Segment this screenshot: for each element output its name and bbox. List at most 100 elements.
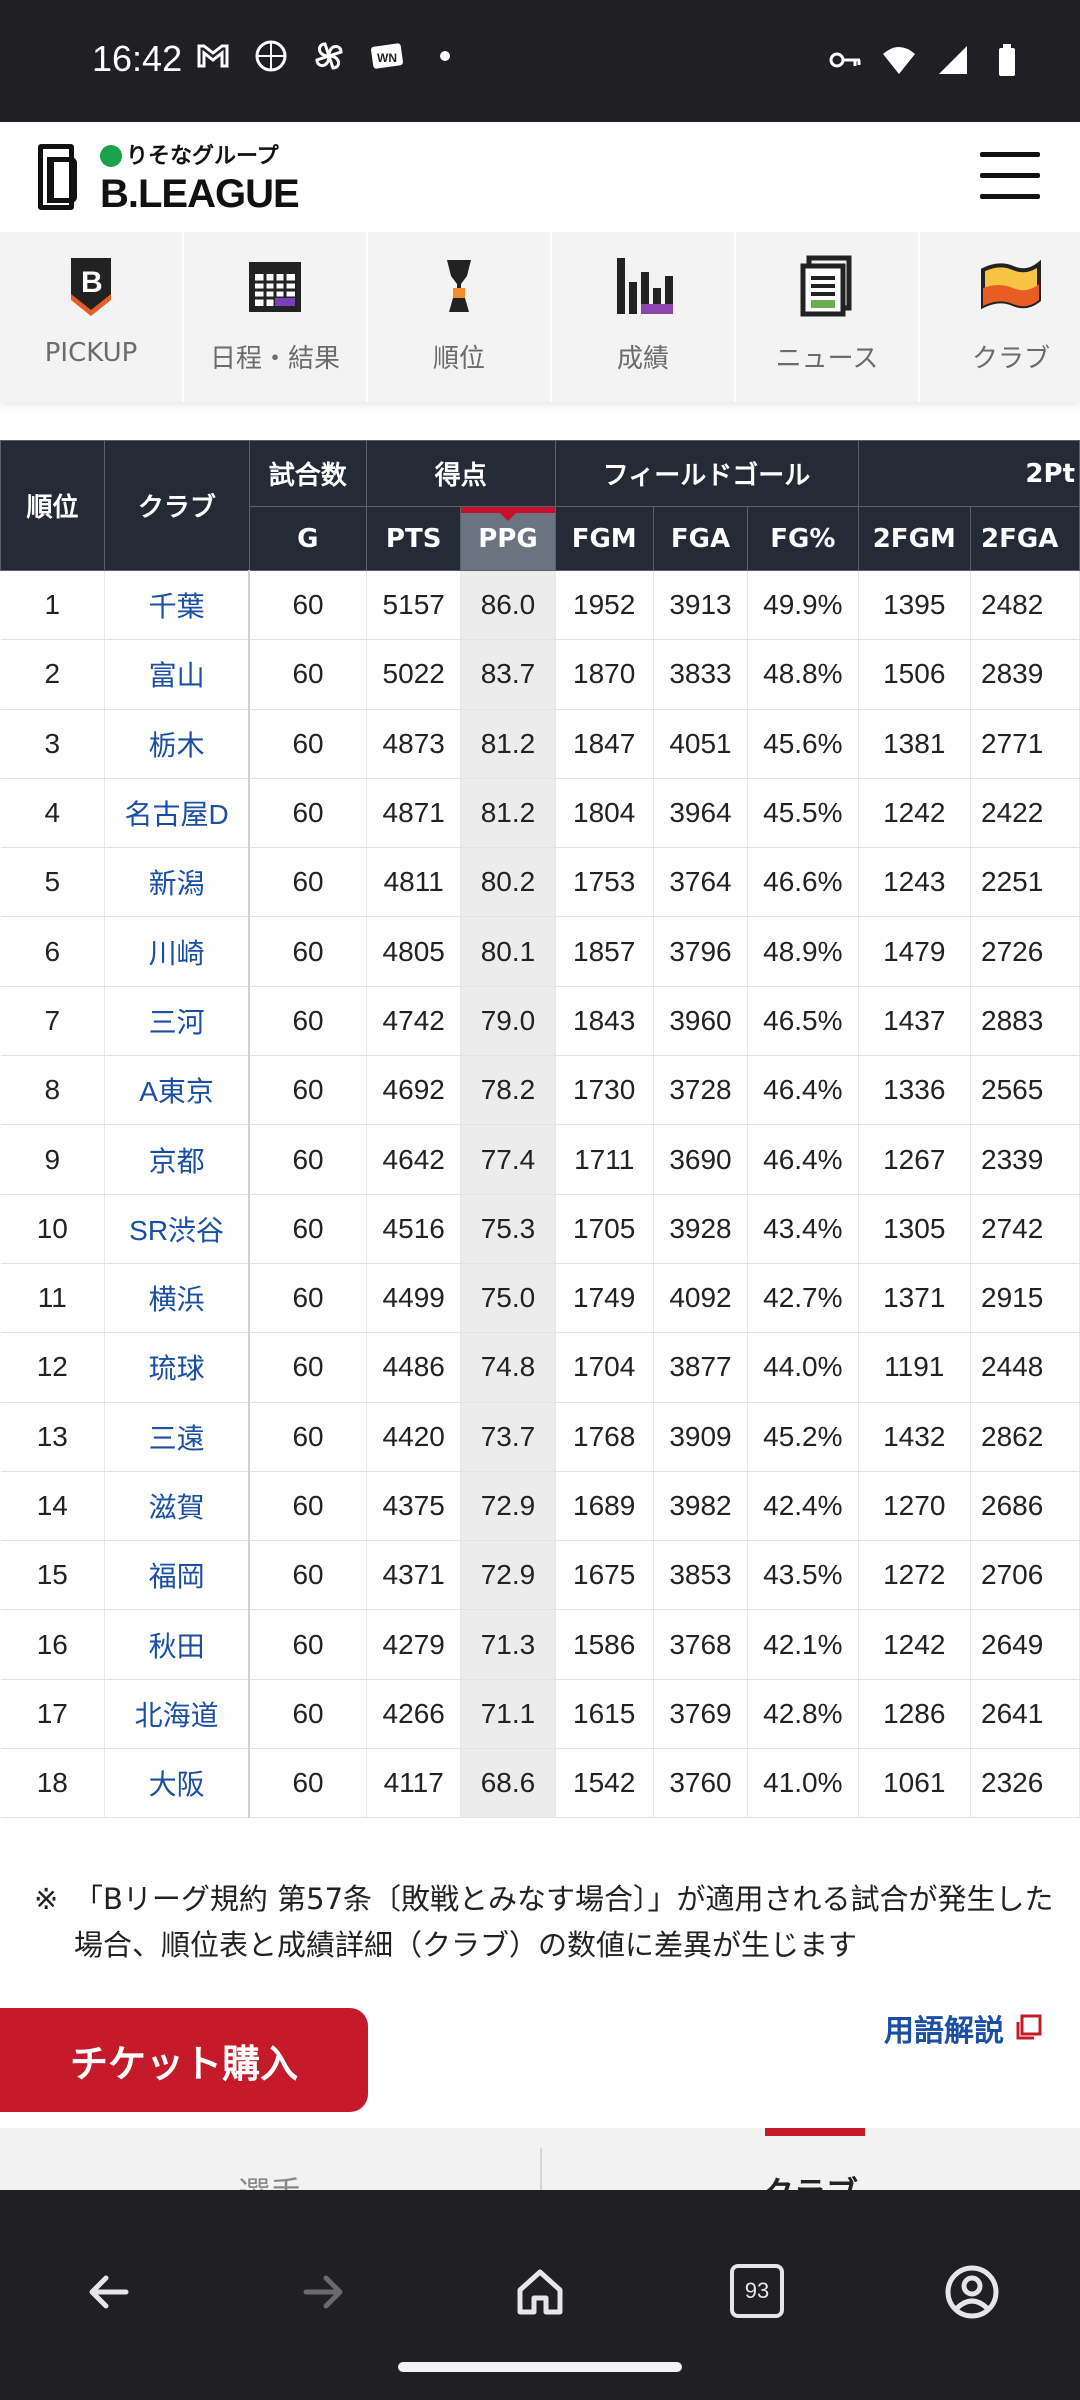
ticket-purchase-button[interactable]: チケット購入: [0, 2008, 368, 2112]
cell-2fgm: 1381: [858, 709, 972, 779]
cell-club[interactable]: A東京: [104, 1055, 250, 1126]
table-row[interactable]: 9 京都 60 4642 77.4 1711 3690 46.4% 1267 2339: [0, 1124, 1080, 1195]
cell-club[interactable]: 富山: [104, 639, 250, 710]
main-nav: B PICKUP 日程・結果 順位 成績 ニュース クラブ: [0, 232, 1080, 402]
tab-clubs[interactable]: クラブ: [540, 2128, 1080, 2190]
col-header-fga[interactable]: FGA: [652, 506, 749, 571]
cell-g: 60: [248, 709, 368, 779]
cell-club[interactable]: 新潟: [104, 847, 250, 918]
cell-club[interactable]: 川崎: [104, 916, 250, 987]
nav-item-pickup[interactable]: B PICKUP: [0, 232, 184, 402]
cell-club[interactable]: 三河: [104, 986, 250, 1057]
cell-club[interactable]: 秋田: [104, 1609, 250, 1680]
gesture-home-indicator[interactable]: [398, 2362, 682, 2372]
hamburger-icon[interactable]: [980, 152, 1040, 200]
notification-icons: WN: [195, 38, 463, 74]
cell-fga: 3982: [653, 1471, 749, 1542]
flag-icon: [981, 259, 1041, 310]
cell-fga: 3728: [653, 1055, 749, 1126]
table-row[interactable]: 12 琉球 60 4486 74.8 1704 3877 44.0% 1191 2448: [0, 1332, 1080, 1403]
tabs-icon[interactable]: 93: [730, 2264, 784, 2318]
cell-2fgm: 1242: [858, 1609, 972, 1680]
cell-club[interactable]: 福岡: [104, 1540, 250, 1611]
cell-fg-pct: 43.5%: [747, 1540, 859, 1611]
cell-club[interactable]: 栃木: [104, 709, 250, 779]
col-header-fgm[interactable]: FGM: [554, 506, 654, 571]
cell-rank: 8: [0, 1055, 106, 1126]
cell-fgm: 1753: [555, 847, 654, 918]
forward-icon[interactable]: [294, 2262, 354, 2322]
nav-item-club[interactable]: クラブ: [920, 232, 1080, 402]
cell-2fgm: 1432: [858, 1402, 972, 1472]
cell-2fgm: 1243: [858, 847, 972, 918]
cell-g: 60: [248, 916, 368, 987]
table-row[interactable]: 7 三河 60 4742 79.0 1843 3960 46.5% 1437 2883: [0, 986, 1080, 1057]
table-row[interactable]: 4 名古屋D 60 4871 81.2 1804 3964 45.5% 1242 2422: [0, 778, 1080, 849]
col-header-rank[interactable]: 順位: [0, 440, 106, 571]
cell-pts: 4375: [366, 1471, 462, 1542]
table-row[interactable]: 11 横浜 60 4499 75.0 1749 4092 42.7% 1371 2915: [0, 1263, 1080, 1334]
cell-fg-pct: 41.0%: [747, 1748, 859, 1818]
cell-club[interactable]: 三遠: [104, 1402, 250, 1472]
cell-2fga: 2339: [970, 1124, 1080, 1195]
sponsor-logo[interactable]: りそなグループ: [100, 138, 279, 170]
col-header-g[interactable]: G: [248, 506, 368, 571]
nav-item-news[interactable]: ニュース: [736, 232, 920, 402]
cell-pts: 4117: [366, 1748, 462, 1818]
cell-g: 60: [248, 847, 368, 918]
table-row[interactable]: 15 福岡 60 4371 72.9 1675 3853 43.5% 1272 2706: [0, 1540, 1080, 1611]
table-row[interactable]: 2 富山 60 5022 83.7 1870 3833 48.8% 1506 2839: [0, 639, 1080, 710]
tab-players[interactable]: 選手: [0, 2128, 540, 2190]
status-bar: 16:42 WN: [0, 0, 1080, 122]
col-header-2fgm[interactable]: 2FGM: [857, 506, 972, 571]
back-icon[interactable]: [78, 2262, 138, 2322]
club-stats-table-container[interactable]: 順位 クラブ 試合数 得点 フィールドゴール 2Pt G PTS PPG FGM…: [0, 440, 1080, 1818]
cell-club[interactable]: 北海道: [104, 1679, 250, 1750]
col-header-ppg[interactable]: PPG: [460, 506, 556, 571]
col-header-fg-pct[interactable]: FG%: [747, 506, 859, 571]
table-row[interactable]: 1 千葉 60 5157 86.0 1952 3913 49.9% 1395 2482: [0, 570, 1080, 641]
basketball-app-icon: [255, 40, 287, 72]
cell-ppg: 72.9: [460, 1540, 556, 1611]
cell-ppg: 75.0: [460, 1263, 556, 1334]
table-row[interactable]: 14 滋賀 60 4375 72.9 1689 3982 42.4% 1270 2686: [0, 1471, 1080, 1542]
bar-chart-icon: [617, 258, 673, 314]
bleague-logo-icon[interactable]: [38, 144, 77, 210]
cell-club[interactable]: 横浜: [104, 1263, 250, 1334]
table-row[interactable]: 6 川崎 60 4805 80.1 1857 3796 48.9% 1479 2726: [0, 916, 1080, 987]
account-icon[interactable]: [942, 2262, 1002, 2322]
cell-pts: 4871: [366, 778, 462, 849]
table-row[interactable]: 13 三遠 60 4420 73.7 1768 3909 45.2% 1432 2862: [0, 1402, 1080, 1472]
nav-item-schedule[interactable]: 日程・結果: [184, 232, 368, 402]
cell-2fga: 2883: [970, 986, 1080, 1057]
league-name[interactable]: B.LEAGUE: [100, 172, 300, 217]
table-row[interactable]: 18 大阪 60 4117 68.6 1542 3760 41.0% 1061 2326: [0, 1748, 1080, 1818]
nav-item-stats[interactable]: 成績: [552, 232, 736, 402]
table-row[interactable]: 5 新潟 60 4811 80.2 1753 3764 46.6% 1243 2251: [0, 847, 1080, 918]
table-row[interactable]: 8 A東京 60 4692 78.2 1730 3728 46.4% 1336 2565: [0, 1055, 1080, 1126]
cell-pts: 4742: [366, 986, 462, 1057]
col-header-2fga[interactable]: 2FGA: [970, 506, 1080, 571]
cell-club[interactable]: 京都: [104, 1124, 250, 1195]
table-row[interactable]: 10 SR渋谷 60 4516 75.3 1705 3928 43.4% 1305 2742: [0, 1194, 1080, 1264]
cell-club[interactable]: 琉球: [104, 1332, 250, 1403]
table-row[interactable]: 17 北海道 60 4266 71.1 1615 3769 42.8% 1286 2641: [0, 1679, 1080, 1750]
cell-fga: 3964: [653, 778, 749, 849]
nav-item-standings[interactable]: 順位: [368, 232, 552, 402]
table-row[interactable]: 3 栃木 60 4873 81.2 1847 4051 45.6% 1381 2771: [0, 709, 1080, 779]
key-icon: [829, 52, 861, 68]
cell-fgm: 1768: [555, 1402, 654, 1472]
cell-pts: 4516: [366, 1194, 462, 1264]
col-header-pts[interactable]: PTS: [366, 506, 462, 571]
table-row[interactable]: 16 秋田 60 4279 71.3 1586 3768 42.1% 1242 2649: [0, 1609, 1080, 1680]
cell-club[interactable]: 名古屋D: [104, 778, 250, 849]
cell-2fgm: 1506: [858, 639, 972, 710]
cell-club[interactable]: SR渋谷: [104, 1194, 250, 1264]
cell-rank: 10: [0, 1194, 106, 1264]
cell-club[interactable]: 大阪: [104, 1748, 250, 1818]
glossary-link[interactable]: 用語解説: [884, 2006, 1042, 2050]
home-icon[interactable]: [510, 2262, 570, 2322]
col-header-club[interactable]: クラブ: [104, 440, 250, 571]
cell-club[interactable]: 滋賀: [104, 1471, 250, 1542]
cell-club[interactable]: 千葉: [104, 570, 250, 641]
